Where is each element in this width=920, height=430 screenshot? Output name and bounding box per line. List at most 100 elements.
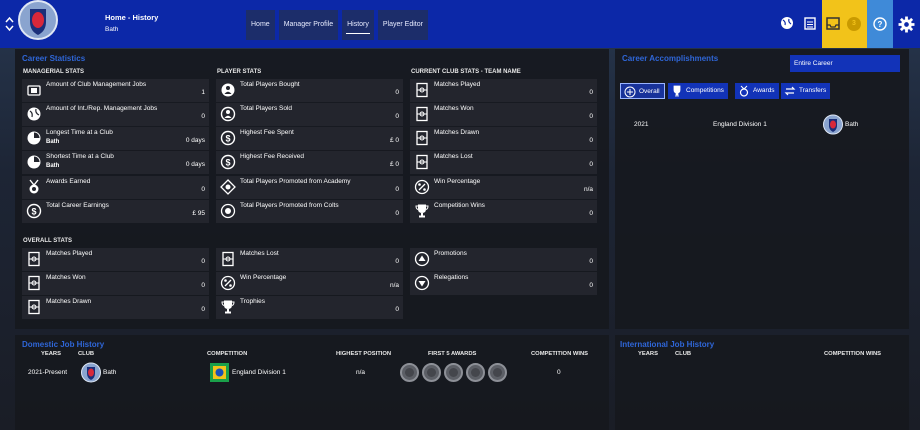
domestic-row-years: 2021-Present [28, 369, 68, 376]
award-slot-2 [422, 363, 441, 382]
crest-icon [18, 0, 58, 40]
money-icon: $ [220, 130, 236, 146]
club-stat-2-card: Matches Won 0 [410, 103, 597, 126]
managerial-stat-3-club: Bath [46, 139, 60, 145]
club-stat-6-card: Competition Wins 0 [410, 200, 597, 223]
top-bar: 3 ? Home - History Bath Home Manager Pro… [0, 0, 920, 48]
transfers-filter-button[interactable]: Transfers [781, 83, 831, 99]
tab-player-editor[interactable]: Player Editor [377, 10, 428, 40]
domestic-col-first-5-awards: FIRST 5 AWARDS [428, 351, 477, 357]
arrow-down-icon [414, 275, 430, 291]
overall-stat-6-card: Trophies 0 [216, 296, 403, 319]
player-stat-4-card: $ Highest Fee Received £ 0 [216, 151, 403, 174]
globe-icon [27, 107, 41, 121]
player-stat-2-card: Total Players Sold 0 [216, 103, 403, 126]
accomplishment-club[interactable]: Bath [845, 121, 858, 128]
help-button[interactable]: ? [867, 0, 893, 48]
crest-icon [81, 362, 101, 383]
accomplishment-competition: England Division 1 [713, 121, 767, 128]
chevron-updown-icon [4, 16, 14, 32]
player-stat-4-label: Highest Fee Received [240, 153, 304, 160]
club-crest[interactable] [18, 0, 58, 40]
tab-home[interactable]: Home [246, 10, 275, 40]
club-stat-4-card: Matches Lost 0 [410, 151, 597, 174]
accomplishment-year: 2021 [634, 121, 649, 128]
pitch-icon [28, 275, 40, 291]
medal-icon [739, 85, 749, 97]
managerial-stat-6-label: Total Career Earnings [46, 202, 109, 209]
globe-icon[interactable] [780, 16, 794, 30]
club-stat-4-value: 0 [589, 161, 593, 168]
player-stat-3-value: £ 0 [389, 137, 399, 144]
percent-icon [220, 275, 236, 291]
managerial-stat-3-value: 0 days [185, 137, 205, 144]
overall-stat-1-card: Matches Played 0 [22, 248, 209, 271]
transfers-filter-label: Transfers [799, 87, 827, 94]
gear-icon [898, 16, 915, 33]
player-stat-3-label: Highest Fee Spent [240, 129, 294, 136]
pitch-icon [28, 251, 40, 267]
awards-filter-button[interactable]: Awards [735, 83, 779, 99]
overall-filter-button[interactable]: Overall [620, 83, 665, 99]
tab-manager-profile[interactable]: Manager Profile [278, 10, 339, 40]
percent-icon [414, 179, 430, 195]
settings-button[interactable] [893, 0, 920, 48]
managerial-stat-2-value: 0 [201, 113, 205, 120]
overall-stat-3-value: 0 [201, 306, 205, 313]
transfer-icon [784, 86, 796, 96]
domestic-row-competition[interactable]: England Division 1 [232, 369, 286, 376]
svg-text:$: $ [225, 158, 230, 168]
pitch-icon [416, 154, 428, 170]
arrow-up-icon [414, 251, 430, 267]
player-stat-6-value: 0 [395, 210, 399, 217]
colts-icon [220, 203, 236, 219]
competitions-filter-button[interactable]: Competitions [668, 83, 728, 99]
domestic-col-years: YEARS [41, 351, 61, 357]
overall-stat-5-card: Win Percentage n/a [216, 272, 403, 295]
managerial-stat-5-card: Awards Earned 0 [22, 176, 209, 199]
overall-stat-2-value: 0 [201, 282, 205, 289]
player-stat-5-card: Total Players Promoted from Academy 0 [216, 176, 403, 199]
award-slot-1 [400, 363, 419, 382]
domestic-row-club[interactable]: Bath [103, 369, 116, 376]
overall-stat-3-label: Matches Drawn [46, 298, 92, 305]
club-stat-5-value: n/a [583, 186, 593, 193]
player-stat-1-label: Total Players Bought [240, 81, 300, 88]
managerial-stat-4-club: Bath [46, 163, 60, 169]
domestic-job-history-panel [15, 335, 609, 430]
medal-icon [29, 179, 39, 194]
award-slot-5 [488, 363, 507, 382]
pitch-icon [222, 251, 234, 267]
pitch-icon [416, 106, 428, 122]
managerial-stat-1-card: Amount of Club Management Jobs 1 [22, 79, 209, 102]
player-stat-4-value: £ 0 [389, 161, 399, 168]
managerial-stat-6-value: £ 95 [192, 210, 205, 217]
svg-text:$: $ [31, 207, 36, 217]
player-in-icon [221, 83, 235, 97]
career-filter-dropdown[interactable]: Entire Career [790, 55, 900, 72]
clock-icon [27, 155, 41, 169]
stadium-icon [27, 85, 41, 96]
overall-stat-2-card: Matches Won 0 [22, 272, 209, 295]
domestic-col-competition-wins: COMPETITION WINS [531, 351, 589, 357]
overall-icon [624, 86, 636, 98]
player-stat-1-value: 0 [395, 89, 399, 96]
club-stat-3-card: Matches Drawn 0 [410, 127, 597, 150]
club-stat-3-label: Matches Drawn [434, 129, 480, 136]
club-stat-1-card: Matches Played 0 [410, 79, 597, 102]
club-stat-5-label: Win Percentage [434, 178, 481, 185]
domestic-row-position: n/a [356, 369, 366, 376]
player-stat-5-value: 0 [395, 186, 399, 193]
player-stat-5-label: Total Players Promoted from Academy [240, 178, 351, 185]
managerial-stat-2-label: Amount of Int./Rep. Management Jobs [46, 105, 158, 112]
overall-stat-7-value: 0 [589, 258, 593, 265]
calendar-icon[interactable] [803, 16, 817, 30]
overall-stat-5-value: n/a [389, 282, 399, 289]
competition-logo-icon [210, 363, 229, 382]
domestic-col-club: CLUB [78, 351, 95, 357]
managerial-stat-4-card: Shortest Time at a Club Bath 0 days [22, 151, 209, 174]
overall-stat-8-card: Relegations 0 [410, 272, 597, 295]
sidebar-toggle[interactable] [3, 16, 15, 32]
tab-history[interactable]: History [342, 10, 374, 40]
managerial-stat-6-card: $ Total Career Earnings £ 95 [22, 200, 209, 223]
